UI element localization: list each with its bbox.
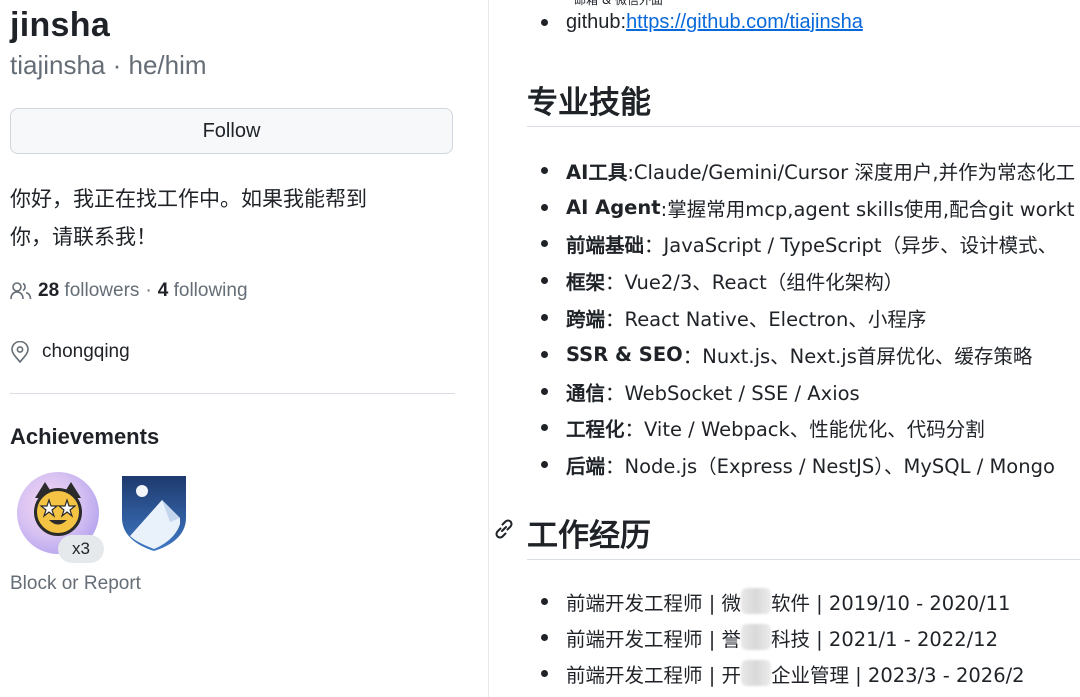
achievements-title: Achievements bbox=[10, 424, 160, 449]
redacted-mask bbox=[740, 624, 771, 650]
following-link[interactable]: 4 following bbox=[158, 280, 248, 302]
stats-separator: · bbox=[145, 280, 152, 301]
link-icon[interactable] bbox=[491, 516, 517, 542]
readme-content: 邮箱 & 微信外面 github: https://github.com/tia… bbox=[489, 0, 1080, 697]
redacted-mask bbox=[740, 588, 771, 614]
skill-item: SSR & SEO ：Nuxt.js、Next.js首屏优化、缓存策略 bbox=[541, 336, 1080, 373]
heading-rule bbox=[527, 126, 1080, 127]
skills-heading: 专业技能 bbox=[527, 85, 651, 121]
badge-count: x3 bbox=[58, 535, 104, 563]
people-icon bbox=[10, 282, 32, 300]
github-link[interactable]: https://github.com/tiajinsha bbox=[626, 11, 863, 34]
profile-name: jinsha bbox=[10, 6, 111, 44]
arctic-code-vault-badge[interactable] bbox=[120, 474, 188, 552]
skill-item: 工程化 ：Vite / Webpack、性能优化、代码分割 bbox=[541, 410, 1080, 447]
followers-label: followers bbox=[64, 280, 140, 301]
location-text: chongqing bbox=[42, 341, 130, 362]
jobs-list: 前端开发工程师 | 微软件 | 2019/10 - 2020/11 前端开发工程… bbox=[541, 583, 1080, 691]
follow-stats: 28 followers · 4 following bbox=[10, 280, 248, 302]
profile-handle: tiajinsha · he/him bbox=[10, 50, 207, 80]
skill-item: 跨端 ：React Native、Electron、小程序 bbox=[541, 299, 1080, 336]
star-eyes-icon bbox=[39, 498, 77, 525]
job-item: 前端开发工程师 | 誉科技 | 2021/1 - 2022/12 bbox=[541, 619, 1080, 655]
github-item: github: https://github.com/tiajinsha bbox=[541, 11, 863, 34]
redacted-mask bbox=[740, 660, 771, 686]
profile-location: chongqing bbox=[10, 341, 130, 363]
skill-item: 后端 ：Node.js（Express / NestJS）、MySQL / Mon… bbox=[541, 446, 1080, 483]
job-item: 前端开发工程师 | 微软件 | 2019/10 - 2020/11 bbox=[541, 583, 1080, 619]
bullet bbox=[541, 19, 548, 26]
location-icon bbox=[11, 341, 29, 363]
skill-item: AI工具:Claude/Gemini/Cursor 深度用户,并作为常态化工 bbox=[541, 152, 1080, 189]
followers-link[interactable]: 28 followers bbox=[38, 280, 139, 302]
sidebar-divider bbox=[10, 393, 455, 394]
profile-bio: 你好，我正在找工作中。如果我能帮到 你，请联系我！ bbox=[10, 180, 450, 256]
skill-item: 前端基础 ：JavaScript / TypeScript（异步、设计模式、 bbox=[541, 226, 1080, 263]
job-item: 前端开发工程师 | 开企业管理 | 2023/3 - 2026/2 bbox=[541, 655, 1080, 691]
skills-list: AI工具:Claude/Gemini/Cursor 深度用户,并作为常态化工 A… bbox=[541, 152, 1080, 483]
skill-item: 通信 ：WebSocket / SSE / Axios bbox=[541, 373, 1080, 410]
followers-count: 28 bbox=[38, 280, 60, 301]
skill-item: 框架 ：Vue2/3、React（组件化架构） bbox=[541, 262, 1080, 299]
following-count: 4 bbox=[157, 280, 169, 301]
heading-rule bbox=[527, 559, 1080, 560]
bio-line: 你好，我正在找工作中。如果我能帮到 bbox=[10, 187, 367, 211]
follow-button[interactable]: Follow bbox=[10, 108, 453, 154]
profile-sidebar: jinsha tiajinsha · he/him Follow 你好，我正在找… bbox=[0, 0, 470, 697]
bio-line: 你，请联系我！ bbox=[10, 225, 157, 249]
github-label: github: bbox=[566, 11, 627, 33]
following-label: following bbox=[173, 280, 248, 301]
skill-item: AI Agent:掌握常用mcp,agent skills使用,配合git wo… bbox=[541, 189, 1080, 226]
work-heading: 工作经历 bbox=[527, 518, 651, 554]
block-or-report-link[interactable]: Block or Report bbox=[10, 573, 141, 595]
clipped-line: 邮箱 & 微信外面 bbox=[574, 0, 663, 7]
